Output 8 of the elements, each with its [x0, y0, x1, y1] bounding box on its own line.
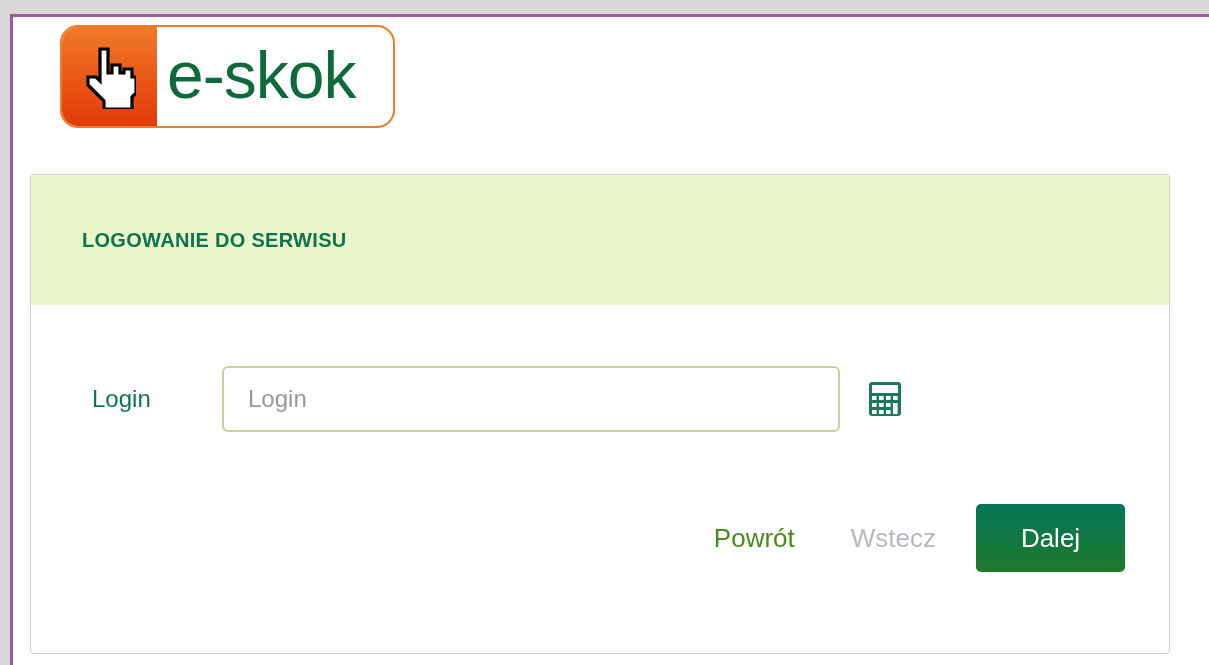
link-button[interactable]: Powrót	[685, 512, 823, 564]
calculator-icon[interactable]	[868, 381, 902, 417]
field-label: Login	[92, 385, 152, 413]
pointer-hand-icon	[83, 44, 136, 109]
logo-text: e-skok	[166, 37, 356, 114]
panel-title: LOGOWANIE DO SERWISU	[82, 228, 347, 252]
next-button[interactable]: Dalej	[976, 504, 1125, 572]
login-field[interactable]: Login	[222, 366, 840, 432]
